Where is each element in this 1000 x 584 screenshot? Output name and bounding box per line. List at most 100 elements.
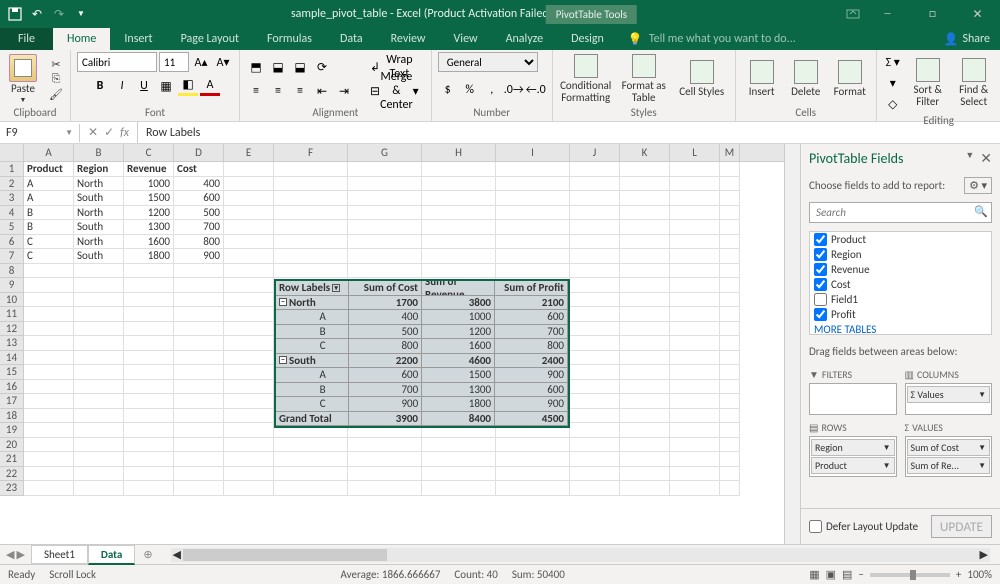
- cell[interactable]: [422, 220, 496, 235]
- col-header[interactable]: F: [274, 144, 348, 161]
- chevron-down-icon[interactable]: ▼: [883, 461, 891, 471]
- cell[interactable]: [174, 264, 224, 279]
- cell[interactable]: [422, 452, 496, 467]
- cell[interactable]: [620, 249, 670, 264]
- cell[interactable]: [174, 438, 224, 453]
- cell[interactable]: North: [74, 235, 124, 250]
- cell[interactable]: [224, 249, 274, 264]
- cell[interactable]: [422, 191, 496, 206]
- align-bottom-icon[interactable]: ⬓: [290, 57, 310, 77]
- cell[interactable]: B: [24, 206, 74, 221]
- field-item[interactable]: Profit: [810, 307, 991, 322]
- cell[interactable]: [174, 336, 224, 351]
- cell[interactable]: Product: [24, 162, 74, 177]
- row-header[interactable]: 4: [0, 206, 24, 221]
- cell[interactable]: [124, 293, 174, 308]
- cell[interactable]: [24, 336, 74, 351]
- cell[interactable]: 700: [174, 220, 224, 235]
- format-painter-icon[interactable]: 🖌: [48, 87, 64, 101]
- cell[interactable]: [274, 264, 348, 279]
- defer-update-checkbox[interactable]: Defer Layout Update: [809, 520, 918, 533]
- cell[interactable]: [620, 220, 670, 235]
- minimize-button[interactable]: ─: [865, 0, 910, 28]
- cell[interactable]: [670, 467, 720, 482]
- zoom-level[interactable]: 100%: [967, 568, 992, 581]
- cell[interactable]: [422, 249, 496, 264]
- more-tables-link[interactable]: MORE TABLES: [810, 322, 991, 335]
- new-sheet-icon[interactable]: ⊕: [135, 548, 160, 561]
- cell[interactable]: [24, 481, 74, 496]
- cell[interactable]: 1800: [124, 249, 174, 264]
- cell[interactable]: [496, 191, 570, 206]
- cell[interactable]: [24, 365, 74, 380]
- italic-button[interactable]: I: [112, 76, 132, 96]
- cell[interactable]: [348, 438, 422, 453]
- col-header[interactable]: G: [348, 144, 422, 161]
- qat-dropdown-icon[interactable]: ▼: [74, 7, 88, 21]
- cell[interactable]: [124, 336, 174, 351]
- cell[interactable]: [570, 220, 620, 235]
- tab-insert[interactable]: Insert: [110, 28, 166, 50]
- cell[interactable]: [620, 351, 670, 366]
- cell[interactable]: [496, 249, 570, 264]
- cell[interactable]: 500: [174, 206, 224, 221]
- cell[interactable]: B: [24, 220, 74, 235]
- cell[interactable]: A: [24, 177, 74, 192]
- cell[interactable]: 600: [174, 191, 224, 206]
- cell[interactable]: [24, 322, 74, 337]
- row-header[interactable]: 14: [0, 351, 24, 366]
- cell[interactable]: [570, 191, 620, 206]
- cell[interactable]: [74, 278, 124, 293]
- cell[interactable]: [570, 394, 620, 409]
- format-cells-button[interactable]: Format: [830, 60, 870, 98]
- cell[interactable]: [348, 481, 422, 496]
- cell[interactable]: [174, 322, 224, 337]
- field-checkbox[interactable]: [814, 248, 827, 261]
- fill-color-button[interactable]: ◧: [178, 76, 198, 96]
- clear-icon[interactable]: ◇: [883, 94, 903, 114]
- row-header[interactable]: 2: [0, 177, 24, 192]
- align-middle-icon[interactable]: ⬓: [268, 57, 288, 77]
- horizontal-scrollbar[interactable]: ◀ ▶: [171, 548, 990, 562]
- cell[interactable]: [570, 481, 620, 496]
- redo-icon[interactable]: ↷: [52, 7, 66, 21]
- cell[interactable]: [74, 452, 124, 467]
- cell[interactable]: [174, 423, 224, 438]
- cell[interactable]: [570, 438, 620, 453]
- cell[interactable]: [74, 351, 124, 366]
- cell[interactable]: [670, 365, 720, 380]
- cell[interactable]: [670, 249, 720, 264]
- cell[interactable]: [224, 351, 274, 366]
- col-header[interactable]: I: [496, 144, 570, 161]
- pivot-group[interactable]: −South: [276, 354, 349, 368]
- cell[interactable]: [620, 380, 670, 395]
- cell[interactable]: [74, 380, 124, 395]
- tab-analyze[interactable]: Analyze: [492, 28, 558, 50]
- cell[interactable]: [348, 264, 422, 279]
- decrease-font-icon[interactable]: A▾: [213, 52, 233, 72]
- formula-input[interactable]: Row Labels: [138, 124, 1000, 142]
- field-checkbox[interactable]: [814, 233, 827, 246]
- cell[interactable]: [24, 394, 74, 409]
- cell[interactable]: [620, 177, 670, 192]
- cell[interactable]: [620, 394, 670, 409]
- cell[interactable]: [670, 278, 720, 293]
- cell[interactable]: [224, 235, 274, 250]
- cell[interactable]: [348, 220, 422, 235]
- row-header[interactable]: 5: [0, 220, 24, 235]
- cell[interactable]: [224, 191, 274, 206]
- cell[interactable]: [620, 452, 670, 467]
- cell[interactable]: [620, 409, 670, 424]
- col-header[interactable]: E: [224, 144, 274, 161]
- cell[interactable]: [670, 438, 720, 453]
- cell[interactable]: [720, 336, 740, 351]
- col-header[interactable]: K: [620, 144, 670, 161]
- cell[interactable]: [670, 191, 720, 206]
- row-header[interactable]: 16: [0, 380, 24, 395]
- cell[interactable]: [274, 191, 348, 206]
- cell[interactable]: [620, 264, 670, 279]
- cell[interactable]: [570, 351, 620, 366]
- pivot-header[interactable]: Row Labels▾: [276, 281, 349, 295]
- pivot-item[interactable]: A: [276, 310, 349, 324]
- cell[interactable]: [224, 206, 274, 221]
